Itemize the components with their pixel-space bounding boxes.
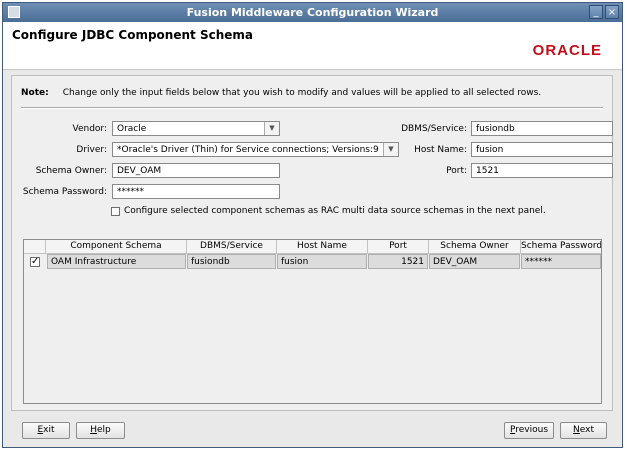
title-bar[interactable]: Fusion Middleware Configuration Wizard _…	[3, 3, 622, 22]
column-header-host-name[interactable]: Host Name	[277, 240, 368, 254]
vendor-label: Vendor:	[72, 124, 108, 134]
previous-label: revious	[515, 425, 549, 435]
next-label: ext	[579, 425, 594, 435]
cell-dbms-service[interactable]: fusiondb	[187, 254, 276, 269]
vendor-value: Oracle	[117, 124, 147, 134]
schema-owner-label: Schema Owner:	[35, 166, 107, 176]
note-label: Note:	[21, 88, 49, 98]
note-text: Change only the input fields below that …	[62, 88, 542, 98]
help-label: elp	[97, 425, 111, 435]
column-header-schema-password[interactable]: Schema Password	[521, 240, 601, 254]
help-mnemonic: H	[90, 425, 97, 435]
driver-select[interactable]: *Oracle's Driver (Thin) for Service conn…	[112, 142, 399, 157]
rac-checkbox[interactable]	[111, 207, 120, 216]
minimize-button[interactable]: _	[589, 5, 603, 19]
row-checkbox[interactable]: ✓	[30, 257, 40, 267]
note: Note: Change only the input fields below …	[21, 88, 541, 98]
column-header-component-schema[interactable]: Component Schema	[46, 240, 187, 254]
next-button[interactable]: Next	[560, 422, 607, 439]
schema-table: Component Schema DBMS/Service Host Name …	[23, 239, 602, 404]
host-name-label: Host Name:	[414, 145, 467, 155]
driver-label: Driver:	[76, 145, 107, 155]
window-title: Fusion Middleware Configuration Wizard	[186, 6, 439, 19]
exit-button[interactable]: Exit	[22, 422, 70, 439]
dbms-service-input[interactable]: fusiondb	[471, 121, 613, 136]
port-label: Port:	[446, 166, 467, 176]
port-input[interactable]: 1521	[471, 163, 613, 178]
close-button[interactable]: ×	[605, 5, 619, 19]
chevron-down-icon[interactable]: ▼	[383, 143, 398, 156]
host-name-input[interactable]: fusion	[471, 142, 613, 157]
column-header-dbms-service[interactable]: DBMS/Service	[187, 240, 277, 254]
oracle-logo: ORACLE	[532, 42, 602, 59]
driver-value: *Oracle's Driver (Thin) for Service conn…	[117, 145, 379, 155]
rac-checkbox-label[interactable]: Configure selected component schemas as …	[124, 206, 546, 216]
schema-password-input[interactable]: ******	[112, 184, 280, 199]
wizard-window: Fusion Middleware Configuration Wizard _…	[2, 2, 623, 448]
select-column-header	[24, 240, 46, 254]
cell-component-schema[interactable]: OAM Infrastructure	[47, 254, 186, 269]
chevron-down-icon[interactable]: ▼	[264, 122, 279, 135]
column-header-port[interactable]: Port	[368, 240, 429, 254]
previous-button[interactable]: Previous	[504, 422, 554, 439]
content-panel: Note: Change only the input fields below …	[11, 75, 613, 411]
schema-password-label: Schema Password:	[22, 187, 107, 197]
column-header-schema-owner[interactable]: Schema Owner	[429, 240, 521, 254]
next-mnemonic: N	[573, 425, 580, 435]
page-header: Configure JDBC Component Schema ORACLE	[3, 22, 622, 70]
vendor-select[interactable]: Oracle ▼	[112, 121, 280, 136]
dbms-service-label: DBMS/Service:	[401, 124, 467, 134]
help-button[interactable]: Help	[76, 422, 125, 439]
cell-port[interactable]: 1521	[368, 254, 428, 269]
separator	[21, 107, 603, 109]
row-select-cell[interactable]: ✓	[25, 254, 46, 269]
cell-host-name[interactable]: fusion	[277, 254, 367, 269]
page-title: Configure JDBC Component Schema	[12, 28, 253, 42]
exit-label: xit	[43, 425, 55, 435]
schema-owner-input[interactable]: DEV_OAM	[112, 163, 280, 178]
cell-schema-password[interactable]: ******	[521, 254, 601, 269]
cell-schema-owner[interactable]: DEV_OAM	[429, 254, 520, 269]
